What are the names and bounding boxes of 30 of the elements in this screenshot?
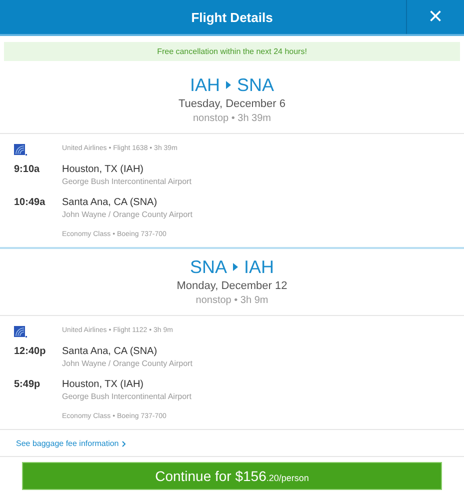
cancellation-banner: Free cancellation within the next 24 hours! bbox=[4, 42, 460, 61]
airline-logo-icon bbox=[14, 144, 27, 156]
caret-icon bbox=[233, 263, 238, 271]
chevron-icon bbox=[122, 440, 126, 446]
baggage-fee-link[interactable]: See baggage fee information bbox=[16, 439, 126, 448]
flight-time: 10:49a bbox=[14, 196, 46, 210]
close-button[interactable]: × bbox=[406, 0, 464, 34]
destination-code: IAH bbox=[244, 257, 274, 277]
city-name: Santa Ana, CA (SNA) bbox=[62, 345, 158, 358]
airport-name: George Bush Intercontinental Airport bbox=[62, 391, 192, 402]
flight-date: Monday, December 12 bbox=[176, 280, 288, 292]
caret-icon bbox=[226, 81, 231, 89]
flight-summary: nonstop • 3h 9m bbox=[194, 295, 270, 306]
continue-button[interactable]: Continue for $156.20/person bbox=[22, 462, 442, 490]
flight-summary: nonstop • 3h 39m bbox=[192, 113, 272, 124]
airport-name: George Bush Intercontinental Airport bbox=[62, 176, 192, 187]
origin-code: IAH bbox=[190, 75, 220, 95]
city-name: Houston, TX (IAH) bbox=[62, 163, 145, 176]
flight-time: 12:40p bbox=[14, 345, 47, 359]
airline-logo-icon bbox=[14, 326, 27, 338]
destination-code: SNA bbox=[237, 75, 274, 95]
airport-name: John Wayne / Orange County Airport bbox=[62, 209, 192, 220]
airport-name: John Wayne / Orange County Airport bbox=[62, 358, 192, 369]
flight-date: Tuesday, December 6 bbox=[178, 98, 286, 110]
origin-code: SNA bbox=[190, 257, 227, 277]
window-title: Flight Details bbox=[191, 10, 273, 24]
city-name: Santa Ana, CA (SNA) bbox=[62, 196, 158, 209]
city-name: Houston, TX (IAH) bbox=[62, 378, 145, 391]
flight-time: 9:10a bbox=[14, 163, 41, 177]
flight-time: 5:49p bbox=[14, 378, 42, 392]
